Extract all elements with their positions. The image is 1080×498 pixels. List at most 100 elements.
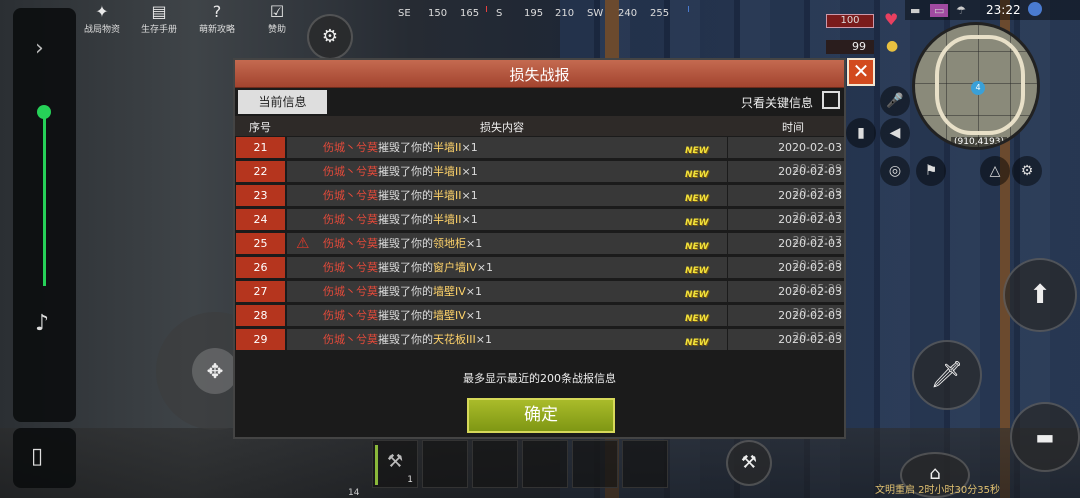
hotbar-slot[interactable] — [622, 440, 668, 488]
warning-triangle-icon: ⚠ — [296, 234, 310, 252]
row-index: 22 — [236, 161, 285, 182]
team-icon[interactable]: ◎ — [880, 156, 910, 186]
top-menu-label: 萌新攻略 — [198, 25, 235, 35]
durability-bar — [375, 445, 378, 485]
column-content-header: 损失内容 — [480, 121, 524, 134]
music-icon[interactable]: ♪ — [35, 311, 49, 336]
player-marker: 4 — [971, 81, 985, 95]
row-index: 21 — [236, 137, 285, 158]
table-row[interactable]: 27 伤城丶兮莫摧毁了你的墙壁IV×1 NEW 2020-02-03 20:25… — [235, 281, 844, 319]
compass-bar: SE 150 165 S 195 210 SW 240 255 — [390, 4, 690, 28]
minimap[interactable]: 4 (910,4193) — [912, 22, 1040, 150]
top-menu-supplies[interactable]: ✦ 战局物资 — [74, 2, 130, 35]
row-content: 伤城丶兮莫摧毁了你的天花板III×1 NEW — [287, 329, 727, 350]
action-text: 摧毁了你的 — [378, 309, 433, 322]
table-row[interactable]: 25 ⚠ 伤城丶兮莫摧毁了你的领地柜×1 NEW 2020-02-03 20:2… — [235, 233, 844, 271]
item-qty: ×1 — [475, 333, 492, 346]
new-badge: NEW — [685, 194, 709, 204]
backpack-icon[interactable]: ▮ — [846, 118, 876, 148]
new-badge: NEW — [685, 290, 709, 300]
fire-button[interactable]: ▬ — [1010, 402, 1080, 472]
row-text: 伤城丶兮莫摧毁了你的半墙II×1 — [323, 137, 478, 158]
row-content: 伤城丶兮莫摧毁了你的半墙II×1 NEW — [287, 185, 727, 206]
guide-icon: ? — [212, 2, 222, 21]
item-qty: ×1 — [465, 309, 482, 322]
manual-icon: ▤ — [151, 2, 167, 21]
tab-current-info[interactable]: 当前信息 — [238, 90, 327, 114]
map-settings-button[interactable]: ⚙ — [307, 14, 353, 60]
attacker-name: 伤城丶兮莫 — [323, 261, 378, 274]
melee-button[interactable]: 🗡 — [912, 340, 982, 410]
server-restart-note: 文明重启 2时小时30分35秒 — [875, 485, 1000, 496]
volume-slider-track[interactable] — [43, 106, 46, 286]
table-row[interactable]: 26 伤城丶兮莫摧毁了你的窗户墙IV×1 NEW 2020-02-03 20:2… — [235, 257, 844, 295]
column-index-header: 序号 — [249, 121, 271, 134]
compass-label: S — [496, 8, 503, 19]
close-button[interactable]: ✕ — [847, 58, 875, 86]
row-time: 2020-02-03 20:25:20 — [728, 233, 844, 271]
warning-icon[interactable]: △ — [980, 156, 1010, 186]
hotbar-slot[interactable]: ⚒ 1 — [372, 440, 418, 488]
action-text: 摧毁了你的 — [378, 237, 433, 250]
compass-marker — [486, 6, 487, 12]
axe-icon: ⚒ — [387, 451, 404, 472]
row-time: 2020-02-03 20:27:29 — [728, 161, 844, 199]
item-qty: ×1 — [466, 237, 483, 250]
jump-button[interactable]: ⬆ — [1003, 258, 1077, 332]
chevron-right-icon[interactable]: › — [35, 36, 44, 61]
gun-icon: ▬ — [1035, 425, 1055, 449]
item-name: 窗户墙IV — [433, 261, 477, 274]
mic-off-icon[interactable]: 🎤 — [880, 86, 910, 116]
compass-label: 150 — [428, 8, 448, 19]
food-bar: 99 — [826, 40, 874, 54]
confirm-button[interactable]: 确定 — [467, 398, 615, 433]
action-text: 摧毁了你的 — [378, 141, 433, 154]
new-badge: NEW — [685, 170, 709, 180]
joystick-move-icon[interactable]: ✥ — [192, 348, 238, 394]
new-badge: NEW — [685, 146, 709, 156]
compass-marker — [688, 6, 689, 12]
build-button[interactable]: ⚒ — [726, 440, 772, 486]
table-row[interactable]: 24 伤城丶兮莫摧毁了你的半墙II×1 NEW 2020-02-03 20:27… — [235, 209, 844, 247]
new-badge: NEW — [685, 266, 709, 276]
table-row[interactable]: 23 伤城丶兮莫摧毁了你的半墙II×1 NEW 2020-02-03 20:27… — [235, 185, 844, 223]
hammer-icon: ⚒ — [740, 452, 758, 473]
key-info-checkbox[interactable] — [822, 91, 840, 109]
flag-icon[interactable]: ⚑ — [916, 156, 946, 186]
action-text: 摧毁了你的 — [378, 213, 433, 226]
hotbar-slot[interactable] — [522, 440, 568, 488]
table-row[interactable]: 22 伤城丶兮莫摧毁了你的半墙II×1 NEW 2020-02-03 20:27… — [235, 161, 844, 199]
attacker-name: 伤城丶兮莫 — [323, 333, 378, 346]
attacker-name: 伤城丶兮莫 — [323, 141, 378, 154]
action-text: 摧毁了你的 — [378, 189, 433, 202]
attacker-name: 伤城丶兮莫 — [323, 285, 378, 298]
speaker-icon[interactable]: ◀ — [880, 118, 910, 148]
loss-table[interactable]: 21 伤城丶兮莫摧毁了你的半墙II×1 NEW 2020-02-03 20:27… — [235, 137, 844, 355]
hotbar-slot[interactable] — [422, 440, 468, 488]
row-content: 伤城丶兮莫摧毁了你的半墙II×1 NEW — [287, 137, 727, 158]
heart-icon: ♥ — [884, 10, 899, 29]
item-name: 半墙II — [433, 141, 462, 154]
vibrate-button[interactable]: ▯ — [13, 428, 76, 488]
hunger-icon: ● — [886, 38, 899, 54]
hotbar-slot[interactable] — [572, 440, 618, 488]
row-time: 2020-02-03 20:25:20 — [728, 281, 844, 319]
volume-slider-knob[interactable] — [37, 105, 51, 119]
top-menu-label: 赞助 — [267, 25, 286, 35]
top-menu-manual[interactable]: ▤ 生存手册 — [131, 2, 187, 35]
hotbar-slot[interactable] — [472, 440, 518, 488]
table-row[interactable]: 29 伤城丶兮莫摧毁了你的天花板III×1 NEW 2020-02-03 20:… — [235, 329, 844, 355]
top-menu-guide[interactable]: ? 萌新攻略 — [189, 2, 245, 35]
settings-gear-icon[interactable]: ⚙ — [1012, 156, 1042, 186]
footer-note: 最多显示最近的200条战报信息 — [463, 372, 616, 385]
row-time: 2020-02-03 20:27:17 — [728, 209, 844, 247]
action-text: 摧毁了你的 — [378, 333, 433, 346]
row-text: 伤城丶兮莫摧毁了你的半墙II×1 — [323, 161, 478, 182]
parachute-icon: ☂ — [956, 4, 966, 17]
compass-label: SE — [398, 8, 411, 19]
row-content: 伤城丶兮莫摧毁了你的半墙II×1 NEW — [287, 161, 727, 182]
top-menu-sponsor[interactable]: ☑ 赞助 — [249, 2, 305, 35]
attacker-name: 伤城丶兮莫 — [323, 237, 378, 250]
table-row[interactable]: 28 伤城丶兮莫摧毁了你的墙壁IV×1 NEW 2020-02-03 20:25… — [235, 305, 844, 343]
table-row[interactable]: 21 伤城丶兮莫摧毁了你的半墙II×1 NEW 2020-02-03 20:27… — [235, 137, 844, 175]
